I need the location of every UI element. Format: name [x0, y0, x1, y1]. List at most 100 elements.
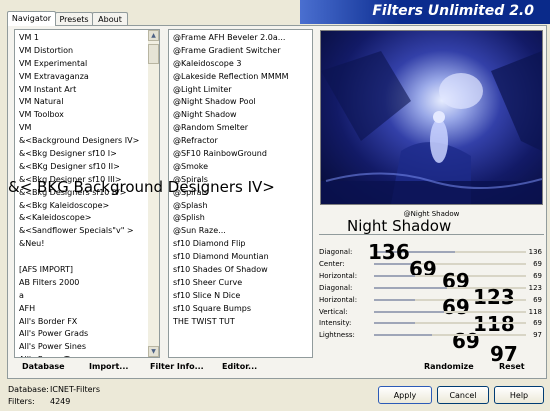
control-value: 123 [528, 283, 542, 292]
control-slider[interactable] [374, 334, 526, 337]
control-slider-fill [374, 274, 416, 277]
control-label: Diagonal: [319, 248, 353, 256]
control-slider-fill [374, 298, 416, 301]
control-value: 69 [533, 295, 542, 304]
control-value: 118 [528, 307, 542, 316]
control-slider-fill [374, 322, 416, 325]
control-value: 136 [528, 248, 542, 256]
filter-item[interactable]: @Splish [171, 212, 309, 225]
control-label: Horizontal: [319, 295, 358, 304]
filter-item[interactable]: @Night Shadow [171, 109, 309, 122]
category-item[interactable]: &<Kaleidoscope> [17, 212, 145, 225]
tab-presets[interactable]: Presets [55, 12, 93, 26]
filter-item[interactable]: @Smoke [171, 161, 309, 174]
control-value: 69 [533, 259, 542, 268]
filter-item[interactable]: @Frame Gradient Switcher [171, 45, 309, 58]
status-filters-label: Filters: [8, 397, 35, 406]
category-item[interactable]: &<Background Designers IV> [17, 135, 145, 148]
filter-item[interactable]: sf10 Diamond Flip [171, 238, 309, 251]
filter-item[interactable]: sf10 Square Bumps [171, 303, 309, 316]
title-bar: Filters Unlimited 2.0 [300, 0, 550, 24]
filter-item[interactable]: @Splash [171, 200, 309, 213]
database-button[interactable]: Database [22, 362, 65, 371]
reset-button[interactable]: Reset [499, 362, 525, 371]
control-label: Center: [319, 259, 345, 268]
category-item[interactable]: &<Bkg Kaleidoscope> [17, 200, 145, 213]
tab-navigator[interactable]: Navigator [7, 11, 56, 26]
control-label: Vertical: [319, 307, 348, 316]
tab-about[interactable]: About [92, 12, 128, 26]
category-item[interactable]: &<BKg Designer sf10 II> [17, 161, 145, 174]
tab-navigator-label: Navigator [11, 14, 52, 23]
control-slider-fill [374, 334, 432, 337]
category-item[interactable]: All's Border FX [17, 316, 145, 329]
import-button[interactable]: Import... [89, 362, 128, 371]
control-label: Diagonal: [319, 283, 353, 292]
category-item[interactable]: VM Extravaganza [17, 71, 145, 84]
category-item[interactable]: VM 1 [17, 32, 145, 45]
control-slider[interactable] [374, 262, 526, 265]
filter-item[interactable]: sf10 Slice N Dice [171, 290, 309, 303]
control-slider[interactable] [374, 322, 526, 325]
control-label: Horizontal: [319, 271, 358, 280]
apply-button[interactable]: Apply [378, 386, 432, 404]
filter-item[interactable]: THE TWIST TUT [171, 316, 309, 329]
status-db-value: ICNET-Filters [50, 385, 101, 394]
category-item[interactable]: VM [17, 122, 145, 135]
category-item[interactable]: a [17, 290, 145, 303]
preview-image [320, 30, 543, 205]
scroll-down-icon[interactable]: ▼ [148, 346, 159, 357]
filter-item[interactable]: @Light Limiter [171, 84, 309, 97]
filter-item[interactable]: @Sun Raze... [171, 225, 309, 238]
preview-art [321, 51, 542, 204]
filter-item[interactable]: sf10 Shades Of Shadow [171, 264, 309, 277]
filter-item[interactable]: @Frame AFH Beveler 2.0a... [171, 32, 309, 45]
category-item[interactable]: AB Filters 2000 [17, 277, 145, 290]
help-button[interactable]: Help [494, 386, 544, 404]
category-item[interactable]: VM Toolbox [17, 109, 145, 122]
category-item[interactable]: AFH [17, 303, 145, 316]
filter-item[interactable]: @Lakeside Reflection MMMM [171, 71, 309, 84]
window-title: Filters Unlimited 2.0 [372, 3, 534, 19]
category-item[interactable]: All's Power Grads [17, 328, 145, 341]
filter-item[interactable]: @Kaleidoscope 3 [171, 58, 309, 71]
category-overlay-caption: &< BKG Background Designers IV> [8, 178, 275, 196]
cancel-button[interactable]: Cancel [437, 386, 489, 404]
status-db-label: Database: [8, 385, 49, 394]
filter-item[interactable]: sf10 Sheer Curve [171, 277, 309, 290]
control-value: 97 [533, 331, 542, 340]
category-item[interactable] [17, 251, 145, 264]
category-item[interactable]: VM Natural [17, 96, 145, 109]
control-row: Horizontal: 69 [319, 295, 544, 306]
category-scroll-thumb[interactable] [148, 44, 159, 64]
category-item[interactable]: &<Sandflower Specials"v" > [17, 225, 145, 238]
control-slider-fill [374, 286, 447, 289]
filter-item[interactable]: @Random Smelter [171, 122, 309, 135]
filter-item[interactable]: @Night Shadow Pool [171, 96, 309, 109]
scroll-up-icon[interactable]: ▲ [148, 30, 159, 41]
editor-button[interactable]: Editor... [222, 362, 257, 371]
control-row: Horizontal: 69 [319, 271, 544, 282]
filter-info-button[interactable]: Filter Info... [150, 362, 204, 371]
category-item[interactable]: &Neu! [17, 238, 145, 251]
filter-item[interactable]: sf10 Diamond Mountian [171, 251, 309, 264]
control-label: Lightness: [319, 331, 355, 340]
control-value: 69 [533, 271, 542, 280]
category-item[interactable]: [AFS IMPORT] [17, 264, 145, 277]
tab-about-label: About [98, 15, 122, 24]
control-row: Lightness: 97 [319, 330, 544, 341]
filter-item[interactable]: @SF10 RainbowGround [171, 148, 309, 161]
category-item[interactable]: VM Distortion [17, 45, 145, 58]
category-item[interactable]: All's Power Toys [17, 354, 145, 357]
control-label: Intensity: [319, 319, 352, 328]
filter-item[interactable]: @Refractor [171, 135, 309, 148]
category-item[interactable]: VM Instant Art [17, 84, 145, 97]
filter-name-overlay: Night Shadow [347, 217, 452, 235]
category-item[interactable]: &<Bkg Designer sf10 I> [17, 148, 145, 161]
category-item[interactable]: VM Experimental [17, 58, 145, 71]
category-item[interactable]: All's Power Sines [17, 341, 145, 354]
control-slider-fill [374, 310, 444, 313]
randomize-button[interactable]: Randomize [424, 362, 474, 371]
tab-presets-label: Presets [59, 15, 89, 24]
filter-name-underline [319, 234, 544, 235]
